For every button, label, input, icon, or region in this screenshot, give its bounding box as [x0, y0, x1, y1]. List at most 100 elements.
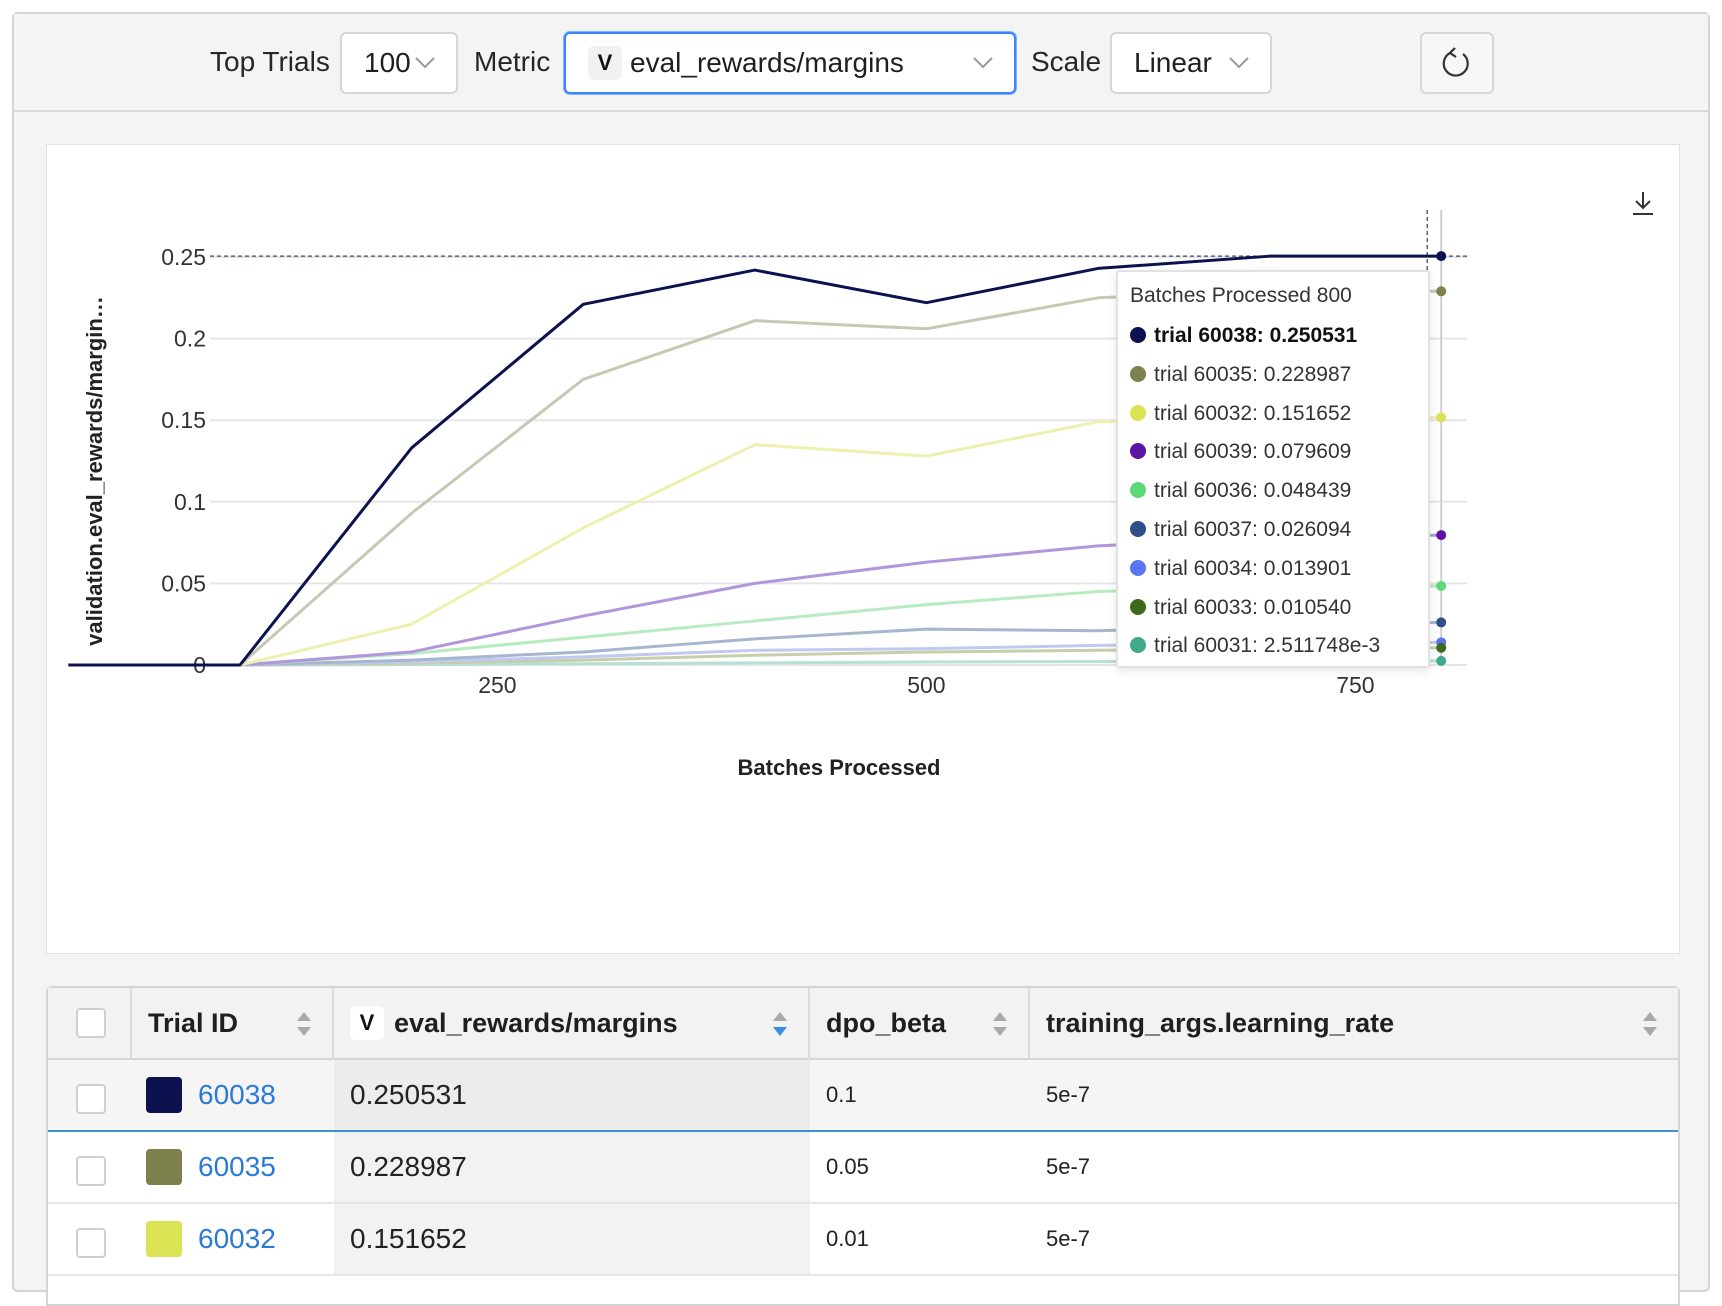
- select-all-checkbox[interactable]: [76, 1008, 106, 1038]
- series-dot-icon: [1130, 443, 1146, 460]
- x-tick-label: 750: [1336, 672, 1374, 698]
- dpo-beta-cell: 0.01: [826, 1226, 869, 1251]
- trial-comparison-panel: Top Trials 100 Metric V eval_rewards/mar…: [12, 12, 1710, 1306]
- top-trials-label: Top Trials: [210, 46, 330, 77]
- header-trial-id-label: Trial ID: [148, 1008, 239, 1038]
- toolbar: Top Trials 100 Metric V eval_rewards/mar…: [14, 14, 1708, 112]
- learning-rate-cell: 5e-7: [1046, 1154, 1091, 1179]
- tooltip-row-label: trial 60038: 0.250531: [1154, 324, 1358, 347]
- metric-label: Metric: [474, 46, 551, 77]
- series-end-marker: [1436, 412, 1447, 423]
- y-tick-label: 0.15: [161, 407, 206, 433]
- x-tick-label: 500: [907, 672, 945, 698]
- tooltip-row: trial 60035: 0.228987: [1130, 363, 1351, 389]
- header-dpo-beta-label: dpo_beta: [826, 1008, 947, 1038]
- scale-value: Linear: [1134, 47, 1212, 78]
- trial-id-link[interactable]: 60035: [198, 1132, 276, 1202]
- tooltip-row: trial 60037: 0.026094: [1130, 518, 1351, 544]
- tooltip-row: trial 60039: 0.079609: [1130, 440, 1351, 466]
- series-end-marker: [1436, 642, 1447, 653]
- sort-icon[interactable]: [992, 1010, 1008, 1038]
- download-icon[interactable]: [1631, 189, 1655, 217]
- metric-cell: 0.228987: [350, 1151, 467, 1182]
- header-learning-rate[interactable]: training_args.learning_rate: [1030, 988, 1678, 1060]
- series-end-marker: [1436, 655, 1447, 666]
- tooltip-title: Batches Processed 800: [1130, 284, 1352, 307]
- tooltip-row-label: trial 60037: 0.026094: [1154, 518, 1352, 541]
- metric-cell: 0.250531: [350, 1079, 467, 1110]
- line-chart[interactable]: 00.050.10.150.20.25250 500 750validation.e…: [47, 145, 1681, 955]
- tooltip-row: trial 60038: 0.250531: [1130, 324, 1357, 350]
- y-axis-label: validation.eval_rewards/margin…: [82, 296, 107, 646]
- metric-cell: 0.151652: [350, 1223, 467, 1254]
- row-checkbox[interactable]: [76, 1228, 106, 1258]
- header-trial-id[interactable]: Trial ID: [132, 988, 334, 1060]
- y-tick-label: 0.2: [174, 326, 206, 352]
- top-trials-value: 100: [364, 47, 411, 78]
- trial-color-swatch: [146, 1077, 182, 1113]
- header-metric-label: eval_rewards/margins: [394, 1008, 678, 1038]
- validation-badge: V: [350, 1006, 384, 1040]
- tooltip-row: trial 60036: 0.048439: [1130, 479, 1351, 505]
- table-header: Trial ID V eval_rewards/margins dpo_beta…: [48, 988, 1678, 1060]
- refresh-icon: [1442, 47, 1469, 77]
- series-dot-icon: [1130, 365, 1146, 382]
- tooltip-row-label: trial 60035: 0.228987: [1154, 362, 1352, 386]
- series-dot-icon: [1130, 482, 1146, 499]
- tooltip-row: trial 60034: 0.013901: [1130, 557, 1351, 583]
- metric-select[interactable]: V eval_rewards/margins: [564, 32, 1016, 94]
- series-end-marker: [1436, 580, 1447, 591]
- top-trials-select[interactable]: 100: [340, 32, 458, 94]
- tooltip-row-label: trial 60039: 0.079609: [1154, 440, 1352, 464]
- series-dot-icon: [1130, 598, 1146, 615]
- tooltip-row-label: trial 60031: 2.511748e-3: [1154, 634, 1381, 658]
- row-checkbox[interactable]: [76, 1084, 106, 1114]
- sort-icon[interactable]: [1642, 1010, 1658, 1038]
- y-tick-label: 0.05: [161, 570, 206, 596]
- row-checkbox[interactable]: [76, 1156, 106, 1186]
- table-row[interactable]: 60035 0.228987 0.05 5e-7: [48, 1132, 1678, 1204]
- trial-id-link[interactable]: 60038: [198, 1060, 276, 1130]
- tooltip-row-label: trial 60032: 0.151652: [1154, 401, 1352, 425]
- tooltip-row-label: trial 60033: 0.010540: [1154, 595, 1352, 619]
- x-axis-label: Batches Processed: [738, 755, 941, 780]
- header-learning-rate-label: training_args.learning_rate: [1046, 1008, 1395, 1038]
- trial-color-swatch: [146, 1221, 182, 1257]
- header-metric[interactable]: V eval_rewards/margins: [334, 988, 810, 1060]
- tooltip-row-label: trial 60034: 0.013901: [1154, 556, 1352, 580]
- learning-rate-cell: 5e-7: [1046, 1226, 1091, 1251]
- chart-card: 0 0.05 0.1 0.15 0.2 0.25 250 500 750 validation.e…: [46, 144, 1680, 954]
- trial-color-swatch: [146, 1149, 182, 1185]
- chart-tooltip: Batches Processed 800 trial 60038: 0.250…: [1116, 270, 1430, 668]
- tooltip-row: trial 60031: 2.511748e-3: [1130, 634, 1380, 660]
- dpo-beta-cell: 0.1: [826, 1082, 857, 1107]
- series-dot-icon: [1130, 404, 1146, 421]
- learning-rate-cell: 5e-7: [1046, 1082, 1091, 1107]
- x-tick-label: 250: [478, 672, 516, 698]
- header-dpo-beta[interactable]: dpo_beta: [810, 988, 1030, 1060]
- tooltip-row: trial 60032: 0.151652: [1130, 402, 1351, 428]
- series-dot-icon: [1130, 327, 1146, 343]
- refresh-button[interactable]: [1420, 32, 1494, 94]
- y-tick-label: 0.25: [161, 244, 206, 270]
- trials-table: Trial ID V eval_rewards/margins dpo_beta…: [46, 986, 1680, 1306]
- metric-value: eval_rewards/margins: [630, 47, 904, 78]
- series-end-marker: [1436, 617, 1447, 628]
- header-select-cell: [48, 988, 132, 1060]
- series-dot-icon: [1130, 637, 1146, 654]
- tooltip-row: trial 60033: 0.010540: [1130, 596, 1351, 622]
- y-tick-label: 0.1: [174, 489, 206, 515]
- chevron-down-icon: [973, 57, 993, 69]
- series-end-marker: [1436, 530, 1447, 541]
- series-dot-icon: [1130, 559, 1146, 576]
- chevron-down-icon: [1229, 57, 1249, 69]
- tooltip-row-label: trial 60036: 0.048439: [1154, 479, 1352, 503]
- table-row[interactable]: 60038 0.250531 0.1 5e-7: [48, 1060, 1678, 1132]
- series-dot-icon: [1130, 521, 1146, 537]
- sort-desc-icon[interactable]: [772, 1010, 788, 1038]
- validation-badge: V: [588, 46, 622, 80]
- scale-select[interactable]: Linear: [1110, 32, 1272, 94]
- table-row[interactable]: 60032 0.151652 0.01 5e-7: [48, 1204, 1678, 1276]
- sort-icon[interactable]: [296, 1010, 312, 1038]
- trial-id-link[interactable]: 60032: [198, 1204, 276, 1274]
